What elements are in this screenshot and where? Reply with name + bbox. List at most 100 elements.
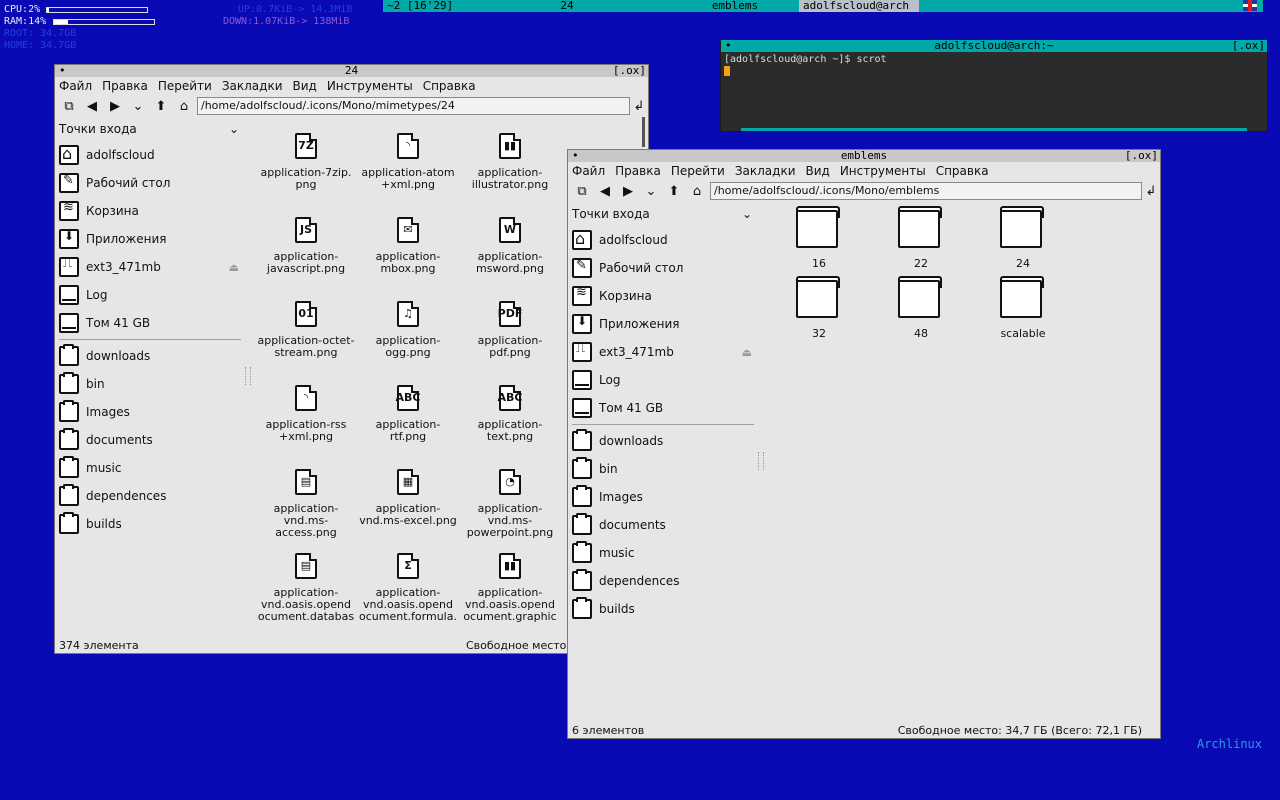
home-icon[interactable]: ⌂ xyxy=(174,97,194,115)
file-item[interactable]: ▦ application- vnd.ms-excel.png xyxy=(357,469,459,541)
folder-item[interactable]: 22 xyxy=(870,206,972,270)
back-icon[interactable]: ◀ xyxy=(595,182,615,200)
file-item[interactable]: ◝ application-atom +xml.png xyxy=(357,133,459,205)
file-manager-window-emblems[interactable]: • emblems [.ox] Файл Правка Перейти Закладк… xyxy=(567,149,1161,739)
sidebar-item-adolfscloud[interactable]: adolfscloud xyxy=(55,141,245,169)
menu-0[interactable]: Файл xyxy=(59,79,92,93)
folder-item[interactable]: 24 xyxy=(972,206,1074,270)
menu-0[interactable]: Файл xyxy=(572,164,605,178)
window-controls[interactable]: [.ox] xyxy=(1232,40,1265,52)
file-item[interactable]: JS application- javascript.png xyxy=(255,217,357,289)
sidebar-header[interactable]: Точки входа ⌄ xyxy=(568,202,758,226)
sidebar-bookmark-music[interactable]: music xyxy=(55,454,245,482)
sidebar-item-рабочий-стол[interactable]: Рабочий стол xyxy=(568,254,758,282)
sidebar-bookmark-images[interactable]: Images xyxy=(568,483,758,511)
sidebar-item-том-41-gb[interactable]: Том 41 GB xyxy=(568,394,758,422)
sidebar-bookmark-downloads[interactable]: downloads xyxy=(568,427,758,455)
menu-6[interactable]: Справка xyxy=(936,164,989,178)
terminal-window[interactable]: • adolfscloud@arch:~ [.ox] [adolfscloud@… xyxy=(720,39,1268,132)
window-menu-icon[interactable]: • xyxy=(725,40,732,52)
sidebar-bookmark-dependences[interactable]: dependences xyxy=(568,567,758,595)
sidebar-item-приложения[interactable]: Приложения xyxy=(55,225,245,253)
menu-4[interactable]: Вид xyxy=(293,79,317,93)
new-window-icon[interactable]: ⧉ xyxy=(59,97,79,115)
path-input[interactable]: /home/adolfscloud/.icons/Mono/emblems xyxy=(710,182,1142,200)
file-item[interactable]: ABC application- rtf.png xyxy=(357,385,459,457)
window-titlebar[interactable]: • 24 [.ox] xyxy=(55,65,648,77)
sidebar-item-корзина[interactable]: Корзина xyxy=(55,197,245,225)
file-item[interactable]: 01 application-octet- stream.png xyxy=(255,301,357,373)
file-item[interactable]: ◝ application-rss +xml.png xyxy=(255,385,357,457)
go-icon[interactable]: ↲ xyxy=(1142,184,1160,199)
window-controls[interactable]: [.ox] xyxy=(1125,150,1158,162)
menu-3[interactable]: Закладки xyxy=(735,164,796,178)
menu-5[interactable]: Инструменты xyxy=(840,164,926,178)
menu-2[interactable]: Перейти xyxy=(158,79,212,93)
file-item[interactable]: ◔ application- vnd.ms- powerpoint.png xyxy=(459,469,561,541)
sidebar-bookmark-bin[interactable]: bin xyxy=(55,370,245,398)
sidebar-header[interactable]: Точки входа ⌄ xyxy=(55,117,245,141)
window-controls[interactable]: [.ox] xyxy=(613,65,646,77)
folder-item[interactable]: scalable xyxy=(972,276,1074,340)
sidebar-bookmark-builds[interactable]: builds xyxy=(568,595,758,623)
sidebar-bookmark-music[interactable]: music xyxy=(568,539,758,567)
sidebar-item-adolfscloud[interactable]: adolfscloud xyxy=(568,226,758,254)
up-icon[interactable]: ⬆ xyxy=(151,97,171,115)
window-titlebar[interactable]: • emblems [.ox] xyxy=(568,150,1160,162)
forward-icon[interactable]: ▶ xyxy=(618,182,638,200)
sidebar-bookmark-downloads[interactable]: downloads xyxy=(55,342,245,370)
sidebar-bookmark-bin[interactable]: bin xyxy=(568,455,758,483)
menu-2[interactable]: Перейти xyxy=(671,164,725,178)
file-item[interactable]: ▮▮ application- vnd.oasis.opend ocument.g… xyxy=(459,553,561,629)
sidebar-item-ext3-471mb[interactable]: ext3_471mb ⏏ xyxy=(568,338,758,366)
new-window-icon[interactable]: ⧉ xyxy=(572,182,592,200)
file-item[interactable]: ABC application- text.png xyxy=(459,385,561,457)
menu-6[interactable]: Справка xyxy=(423,79,476,93)
back-icon[interactable]: ◀ xyxy=(82,97,102,115)
sidebar-bookmark-images[interactable]: Images xyxy=(55,398,245,426)
terminal-titlebar[interactable]: • adolfscloud@arch:~ [.ox] xyxy=(721,40,1267,52)
tmux-window-emblems[interactable]: emblems xyxy=(671,0,799,12)
file-item[interactable]: 7Z application-7zip. png xyxy=(255,133,357,205)
home-icon[interactable]: ⌂ xyxy=(687,182,707,200)
folder-item[interactable]: 16 xyxy=(768,206,870,270)
sidebar-item-том-41-gb[interactable]: Том 41 GB xyxy=(55,309,245,337)
folder-item[interactable]: 48 xyxy=(870,276,972,340)
menu-1[interactable]: Правка xyxy=(102,79,148,93)
file-item[interactable]: ▤ application- vnd.oasis.opend ocument.da… xyxy=(255,553,357,629)
sidebar-bookmark-documents[interactable]: documents xyxy=(568,511,758,539)
sidebar-item-ext3-471mb[interactable]: ext3_471mb ⏏ xyxy=(55,253,245,281)
tmux-window-clock[interactable]: ~2 [16'29] xyxy=(383,0,463,12)
path-input[interactable]: /home/adolfscloud/.icons/Mono/mimetypes/… xyxy=(197,97,630,115)
file-item[interactable]: ♫ application- ogg.png xyxy=(357,301,459,373)
sidebar-item-рабочий-стол[interactable]: Рабочий стол xyxy=(55,169,245,197)
folder-item[interactable]: 32 xyxy=(768,276,870,340)
pane-resize-handle[interactable] xyxy=(245,367,251,385)
scrollbar-thumb[interactable] xyxy=(642,117,645,147)
sidebar-bookmark-dependences[interactable]: dependences xyxy=(55,482,245,510)
chevron-down-icon[interactable]: ⌄ xyxy=(229,122,239,136)
sidebar-item-log[interactable]: Log xyxy=(568,366,758,394)
up-icon[interactable]: ⬆ xyxy=(664,182,684,200)
tmux-window-24[interactable]: 24 xyxy=(463,0,671,12)
forward-icon[interactable]: ▶ xyxy=(105,97,125,115)
window-menu-icon[interactable]: • xyxy=(59,65,66,77)
menu-1[interactable]: Правка xyxy=(615,164,661,178)
sidebar-item-корзина[interactable]: Корзина xyxy=(568,282,758,310)
file-item[interactable]: ▤ application- vnd.ms- access.png xyxy=(255,469,357,541)
sidebar-bookmark-documents[interactable]: documents xyxy=(55,426,245,454)
file-item[interactable]: PDF application- pdf.png xyxy=(459,301,561,373)
go-icon[interactable]: ↲ xyxy=(630,99,648,114)
file-manager-window-24[interactable]: • 24 [.ox] Файл Правка Перейти Закладки Вид И… xyxy=(54,64,649,654)
sidebar-bookmark-builds[interactable]: builds xyxy=(55,510,245,538)
eject-icon[interactable]: ⏏ xyxy=(742,346,752,359)
file-item[interactable]: ▮▮ application- illustrator.png xyxy=(459,133,561,205)
menu-5[interactable]: Инструменты xyxy=(327,79,413,93)
tmux-window-terminal[interactable]: adolfscloud@arch xyxy=(799,0,919,12)
file-item[interactable]: Wapplication- msword.png xyxy=(459,217,561,289)
file-item[interactable]: ✉ application- mbox.png xyxy=(357,217,459,289)
history-dropdown-icon[interactable]: ⌄ xyxy=(641,182,661,200)
eject-icon[interactable]: ⏏ xyxy=(229,261,239,274)
chevron-down-icon[interactable]: ⌄ xyxy=(742,207,752,221)
menu-4[interactable]: Вид xyxy=(806,164,830,178)
